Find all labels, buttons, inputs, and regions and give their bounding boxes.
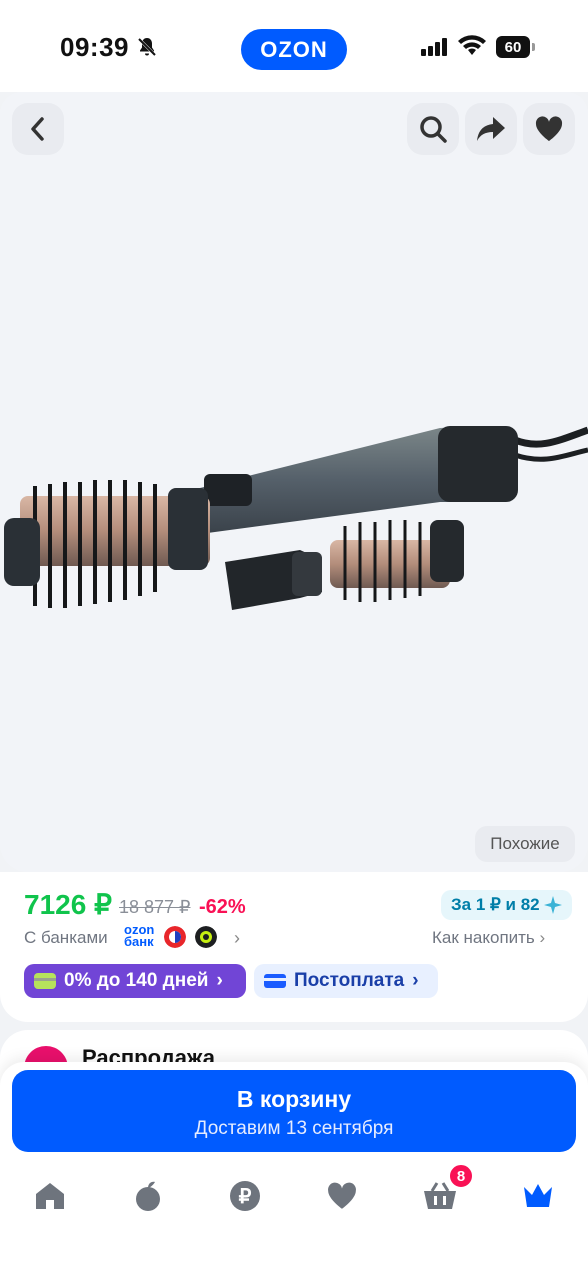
- how-to-accumulate-link[interactable]: Как накопить ›: [432, 928, 545, 948]
- battery-tip: [532, 43, 535, 51]
- crown-icon: [524, 1184, 552, 1207]
- chevron-right-icon: ›: [216, 970, 223, 991]
- wifi-icon: [458, 35, 486, 55]
- postpay-button[interactable]: Постоплата ›: [254, 964, 438, 998]
- add-to-cart-label: В корзину: [236, 1086, 352, 1112]
- status-time: 09:39: [60, 32, 129, 62]
- points-badge[interactable]: За 1 ₽ и 82: [441, 890, 572, 920]
- tab-home[interactable]: [30, 1176, 70, 1216]
- installment-label: 0% до 140 дней: [64, 970, 209, 991]
- ozon-bank-line2: банк: [124, 934, 154, 949]
- bell-muted-icon: [137, 37, 157, 57]
- share-arrow-icon: [477, 117, 505, 141]
- status-bar: 09:39 OZON 60: [0, 0, 588, 92]
- ozon-bank-logo[interactable]: ozon банк: [124, 923, 154, 949]
- similar-products-button[interactable]: Похожие: [475, 826, 575, 862]
- heart-icon: [535, 116, 563, 141]
- banks-label: С банками: [24, 928, 108, 947]
- ozon-logo: OZON: [241, 29, 347, 70]
- tab-profile[interactable]: [518, 1176, 558, 1216]
- search-button[interactable]: [407, 103, 459, 155]
- bank-logo-icon[interactable]: [195, 926, 217, 948]
- sparkle-icon: [543, 896, 562, 914]
- postpay-card-icon: [264, 974, 286, 988]
- battery-indicator: 60: [496, 36, 530, 58]
- back-button[interactable]: [12, 103, 64, 155]
- old-price: 18 877 ₽: [119, 897, 191, 917]
- discount-badge: -62%: [199, 896, 246, 918]
- favorite-button[interactable]: [523, 103, 575, 155]
- ruble-icon: ₽: [230, 1181, 260, 1211]
- svg-text:₽: ₽: [239, 1186, 252, 1208]
- chevron-left-icon: [31, 117, 44, 141]
- chevron-right-icon[interactable]: ›: [234, 928, 240, 949]
- share-button[interactable]: [465, 103, 517, 155]
- postpay-label: Постоплата: [294, 970, 405, 991]
- add-to-cart-button[interactable]: В корзину Доставим 13 сентября: [12, 1070, 576, 1152]
- current-price: 7126 ₽: [24, 889, 112, 920]
- signal-icon: [421, 38, 447, 56]
- home-icon: [36, 1183, 64, 1209]
- tab-fresh[interactable]: [128, 1176, 168, 1216]
- installment-button[interactable]: 0% до 140 дней ›: [24, 964, 246, 998]
- points-text: За 1 ₽ и 82: [451, 895, 540, 914]
- bank-logo-icon[interactable]: [164, 926, 186, 948]
- tab-finance[interactable]: ₽: [225, 1176, 265, 1216]
- heart-icon: [328, 1182, 356, 1209]
- product-image: [4, 426, 588, 610]
- accumulate-label: Как накопить: [432, 928, 535, 947]
- chevron-right-icon: ›: [539, 928, 546, 947]
- tab-favorites[interactable]: [322, 1176, 362, 1216]
- apple-icon: [136, 1181, 160, 1211]
- cart-count-badge: 8: [448, 1163, 474, 1189]
- search-icon: [420, 116, 447, 143]
- card-icon: [34, 973, 56, 989]
- delivery-date: Доставим 13 сентября: [194, 1118, 394, 1139]
- chevron-right-icon: ›: [412, 970, 419, 991]
